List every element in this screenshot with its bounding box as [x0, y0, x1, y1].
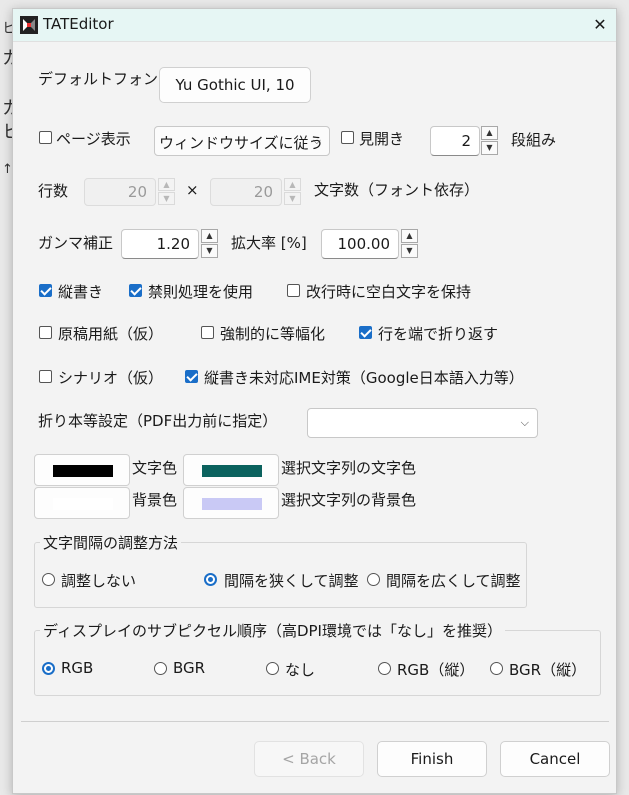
font-button[interactable]: Yu Gothic UI, 10	[159, 67, 311, 103]
close-button[interactable]: ✕	[587, 12, 613, 38]
spin-down-icon[interactable]: ▼	[481, 141, 498, 155]
rows-input[interactable]: 20	[84, 178, 156, 206]
cancel-button[interactable]: Cancel	[500, 741, 610, 777]
sel-text-color-button[interactable]	[183, 454, 279, 486]
rows-spinner[interactable]: ▲ ▼	[158, 178, 175, 206]
spin-up-icon[interactable]: ▲	[201, 229, 218, 243]
cols-spinner[interactable]: ▲ ▼	[284, 178, 301, 206]
text-color-label: 文字色	[132, 459, 178, 477]
spin-down-icon[interactable]: ▼	[201, 244, 218, 258]
option-checkbox-ime[interactable]	[185, 370, 198, 383]
subpixel-radio-none[interactable]	[266, 662, 279, 675]
gamma-label: ガンマ補正	[38, 234, 114, 252]
spacing-radio-wide[interactable]	[367, 573, 380, 586]
rows-label: 行数	[38, 182, 69, 200]
text-color-swatch	[53, 465, 113, 477]
zoom-input[interactable]: 100.00	[321, 229, 399, 259]
columns-spinner[interactable]: ▲ ▼	[481, 126, 498, 156]
bg-color-swatch	[53, 498, 113, 510]
option-checkbox-genkou[interactable]	[39, 326, 52, 339]
page-view-checkbox[interactable]	[39, 131, 52, 144]
sel-text-color-swatch	[202, 465, 262, 477]
option-checkbox-monospace[interactable]	[201, 326, 214, 339]
spin-down-icon[interactable]: ▼	[284, 192, 301, 205]
option-label-kinsoku: 禁則処理を使用	[148, 283, 254, 301]
gamma-input[interactable]: 1.20	[121, 229, 199, 259]
bg-color-button[interactable]	[34, 487, 130, 519]
page-size-select-value: ウィンドウサイズに従う	[159, 134, 324, 152]
fold-select[interactable]: ⌵	[307, 408, 538, 438]
option-checkbox-keep-space[interactable]	[287, 284, 300, 297]
spread-label: 見開き	[359, 130, 405, 148]
sel-bg-color-swatch	[202, 498, 262, 510]
spin-up-icon[interactable]: ▲	[284, 178, 301, 191]
option-label-keep-space: 改行時に空白文字を保持	[306, 283, 472, 301]
gamma-spinner[interactable]: ▲ ▼	[201, 229, 218, 259]
subpixel-group-title: ディスプレイのサブピクセル順序（高DPI環境では「なし」を推奨）	[40, 620, 505, 641]
app-icon	[20, 16, 38, 34]
text-color-button[interactable]	[34, 454, 130, 486]
sel-bg-color-label: 選択文字列の背景色	[281, 491, 417, 509]
subpixel-radio-rgb-vertical[interactable]	[378, 662, 391, 675]
subpixel-label-rgb-vertical: RGB（縦）	[397, 661, 475, 679]
subpixel-label-bgr: BGR	[173, 659, 206, 677]
spacing-radio-none[interactable]	[42, 573, 55, 586]
default-font-label: デフォルトフォント	[38, 70, 174, 88]
title-bar[interactable]: TATEditor ✕	[13, 9, 616, 42]
back-button[interactable]: < Back	[254, 741, 364, 777]
spacing-label-none: 調整しない	[61, 572, 137, 590]
settings-dialog: TATEditor ✕ デフォルトフォント Yu Gothic UI, 10 ペ…	[12, 8, 617, 794]
spin-down-icon[interactable]: ▼	[158, 192, 175, 205]
footer-separator	[21, 721, 609, 722]
option-label-scenario: シナリオ（仮）	[58, 369, 164, 387]
zoom-spinner[interactable]: ▲ ▼	[401, 229, 418, 259]
subpixel-label-rgb: RGB	[61, 659, 94, 677]
subpixel-radio-bgr[interactable]	[154, 662, 167, 675]
chevron-down-icon: ⌵	[520, 416, 529, 429]
option-checkbox-wrap[interactable]	[359, 326, 372, 339]
spin-down-icon[interactable]: ▼	[401, 244, 418, 258]
subpixel-label-none: なし	[285, 661, 316, 679]
zoom-label: 拡大率 [%]	[231, 234, 307, 252]
fold-label: 折り本等設定（PDF出力前に指定）	[38, 412, 278, 430]
bg-color-label: 背景色	[132, 491, 178, 509]
finish-button[interactable]: Finish	[377, 741, 487, 777]
spacing-label-narrow: 間隔を狭くして調整	[224, 572, 359, 590]
spacing-label-wide: 間隔を広くして調整	[386, 572, 521, 590]
sel-bg-color-button[interactable]	[183, 487, 279, 519]
cols-input[interactable]: 20	[210, 178, 282, 206]
spacing-radio-narrow[interactable]	[204, 573, 217, 586]
sel-text-color-label: 選択文字列の文字色	[281, 459, 417, 477]
option-label-wrap: 行を端で折り返す	[378, 325, 499, 343]
option-checkbox-scenario[interactable]	[39, 370, 52, 383]
spin-up-icon[interactable]: ▲	[481, 126, 498, 140]
page-size-select[interactable]: ウィンドウサイズに従う ⌵	[154, 126, 330, 156]
subpixel-radio-rgb[interactable]	[42, 662, 55, 675]
option-label-vertical: 縦書き	[58, 283, 104, 301]
subpixel-label-bgr-vertical: BGR（縦）	[509, 661, 587, 679]
option-checkbox-vertical[interactable]	[39, 284, 52, 297]
spread-checkbox[interactable]	[341, 131, 354, 144]
page-view-label: ページ表示	[56, 130, 131, 148]
spin-up-icon[interactable]: ▲	[158, 178, 175, 191]
option-label-monospace: 強制的に等幅化	[220, 325, 326, 343]
option-label-ime: 縦書き未対応IME対策（Google日本語入力等）	[204, 369, 524, 387]
subpixel-radio-bgr-vertical[interactable]	[490, 662, 503, 675]
columns-label: 段組み	[511, 131, 557, 149]
chevron-down-icon: ⌵	[312, 134, 321, 147]
columns-input[interactable]: 2	[430, 126, 480, 156]
option-label-genkou: 原稿用紙（仮）	[58, 325, 164, 343]
spacing-group-title: 文字間隔の調整方法	[40, 532, 182, 553]
times-sign: ×	[186, 181, 199, 199]
window-title: TATEditor	[43, 15, 114, 33]
cols-label: 文字数（フォント依存）	[314, 181, 480, 199]
close-icon: ✕	[593, 15, 607, 34]
spin-up-icon[interactable]: ▲	[401, 229, 418, 243]
option-checkbox-kinsoku[interactable]	[129, 284, 142, 297]
